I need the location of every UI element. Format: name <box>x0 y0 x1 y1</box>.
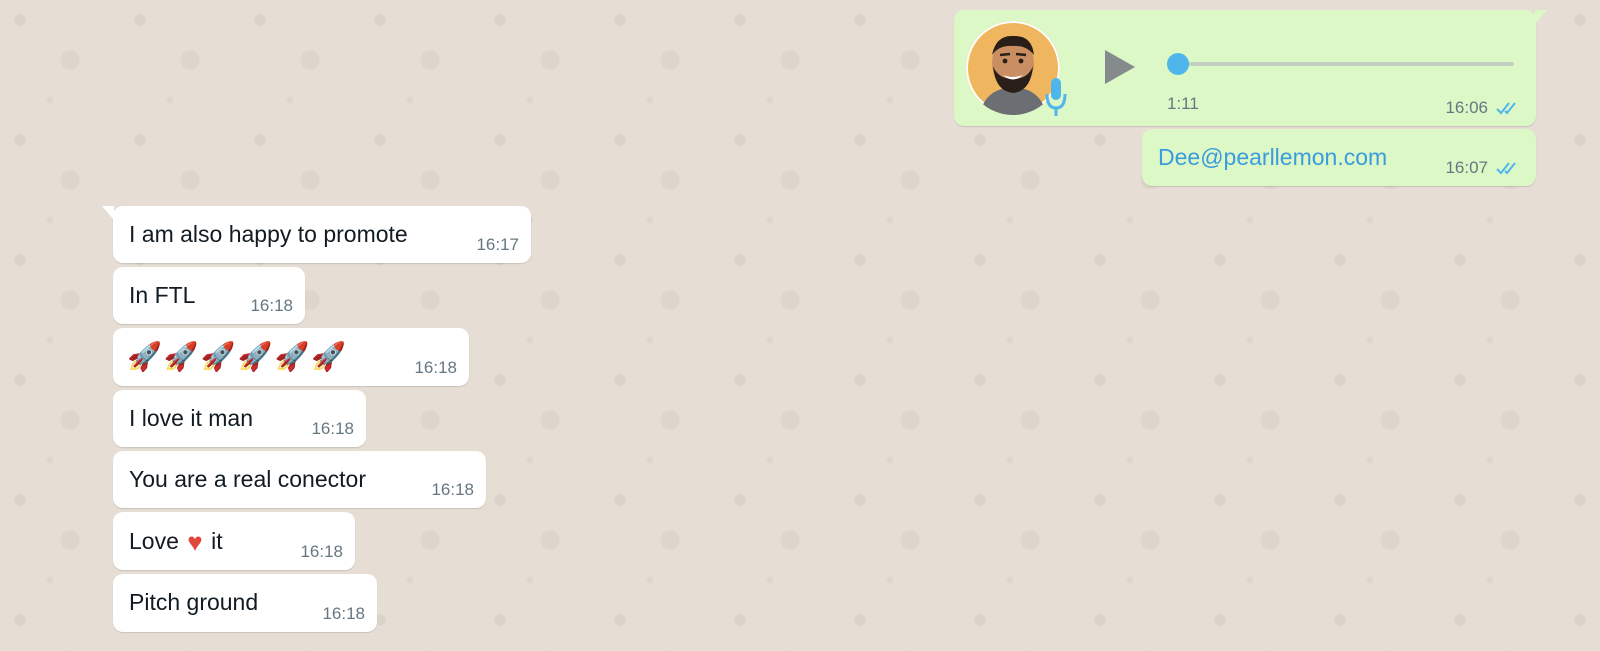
incoming-message[interactable]: I am also happy to promote 16:17 <box>102 206 531 263</box>
outgoing-voice-message[interactable]: 1:11 16:06 <box>954 10 1547 126</box>
play-icon <box>1105 50 1135 84</box>
message-text-end: it <box>211 528 223 554</box>
incoming-message[interactable]: In FTL 16:18 <box>113 267 305 324</box>
message-time: 16:18 <box>414 358 457 377</box>
play-button[interactable] <box>1099 47 1139 87</box>
message-text: Pitch ground <box>129 589 259 615</box>
message-time: 16:18 <box>311 419 354 438</box>
rocket-emoji-row: 🚀🚀🚀🚀🚀🚀 <box>127 341 349 372</box>
message-text-start: Love <box>129 528 179 554</box>
incoming-message[interactable]: Love ♥ it 16:18 <box>113 512 355 570</box>
bubble-tail <box>102 206 114 220</box>
message-time: 16:18 <box>431 480 474 499</box>
microphone-icon <box>1045 76 1067 120</box>
double-check-icon <box>1496 102 1516 115</box>
message-text: I am also happy to promote <box>129 221 408 247</box>
audio-progress-track[interactable] <box>1176 62 1514 66</box>
message-time: 16:18 <box>300 542 343 561</box>
message-time: 16:18 <box>250 296 293 315</box>
message-text: Love ♥ it <box>129 527 223 558</box>
email-link[interactable]: Dee@pearllemon.com <box>1158 144 1387 171</box>
message-text: I love it man <box>129 405 253 431</box>
incoming-message[interactable]: 🚀🚀🚀🚀🚀🚀 16:18 <box>113 328 469 386</box>
audio-progress-handle[interactable] <box>1167 53 1189 75</box>
incoming-message[interactable]: You are a real conector 16:18 <box>113 451 486 508</box>
message-time: 16:17 <box>476 235 519 254</box>
message-time: 16:07 <box>1445 158 1488 177</box>
message-text: In FTL <box>129 282 196 308</box>
message-time: 16:18 <box>322 604 365 623</box>
message-text: You are a real conector <box>129 466 366 492</box>
bubble-tail <box>1535 10 1547 24</box>
heart-emoji: ♥ <box>187 527 203 557</box>
outgoing-message[interactable]: Dee@pearllemon.com 16:07 <box>1142 129 1536 186</box>
incoming-message[interactable]: I love it man 16:18 <box>113 390 366 447</box>
voice-duration: 1:11 <box>1167 94 1199 113</box>
double-check-icon <box>1496 162 1516 175</box>
incoming-message[interactable]: Pitch ground 16:18 <box>113 574 377 632</box>
message-time: 16:06 <box>1445 98 1488 117</box>
